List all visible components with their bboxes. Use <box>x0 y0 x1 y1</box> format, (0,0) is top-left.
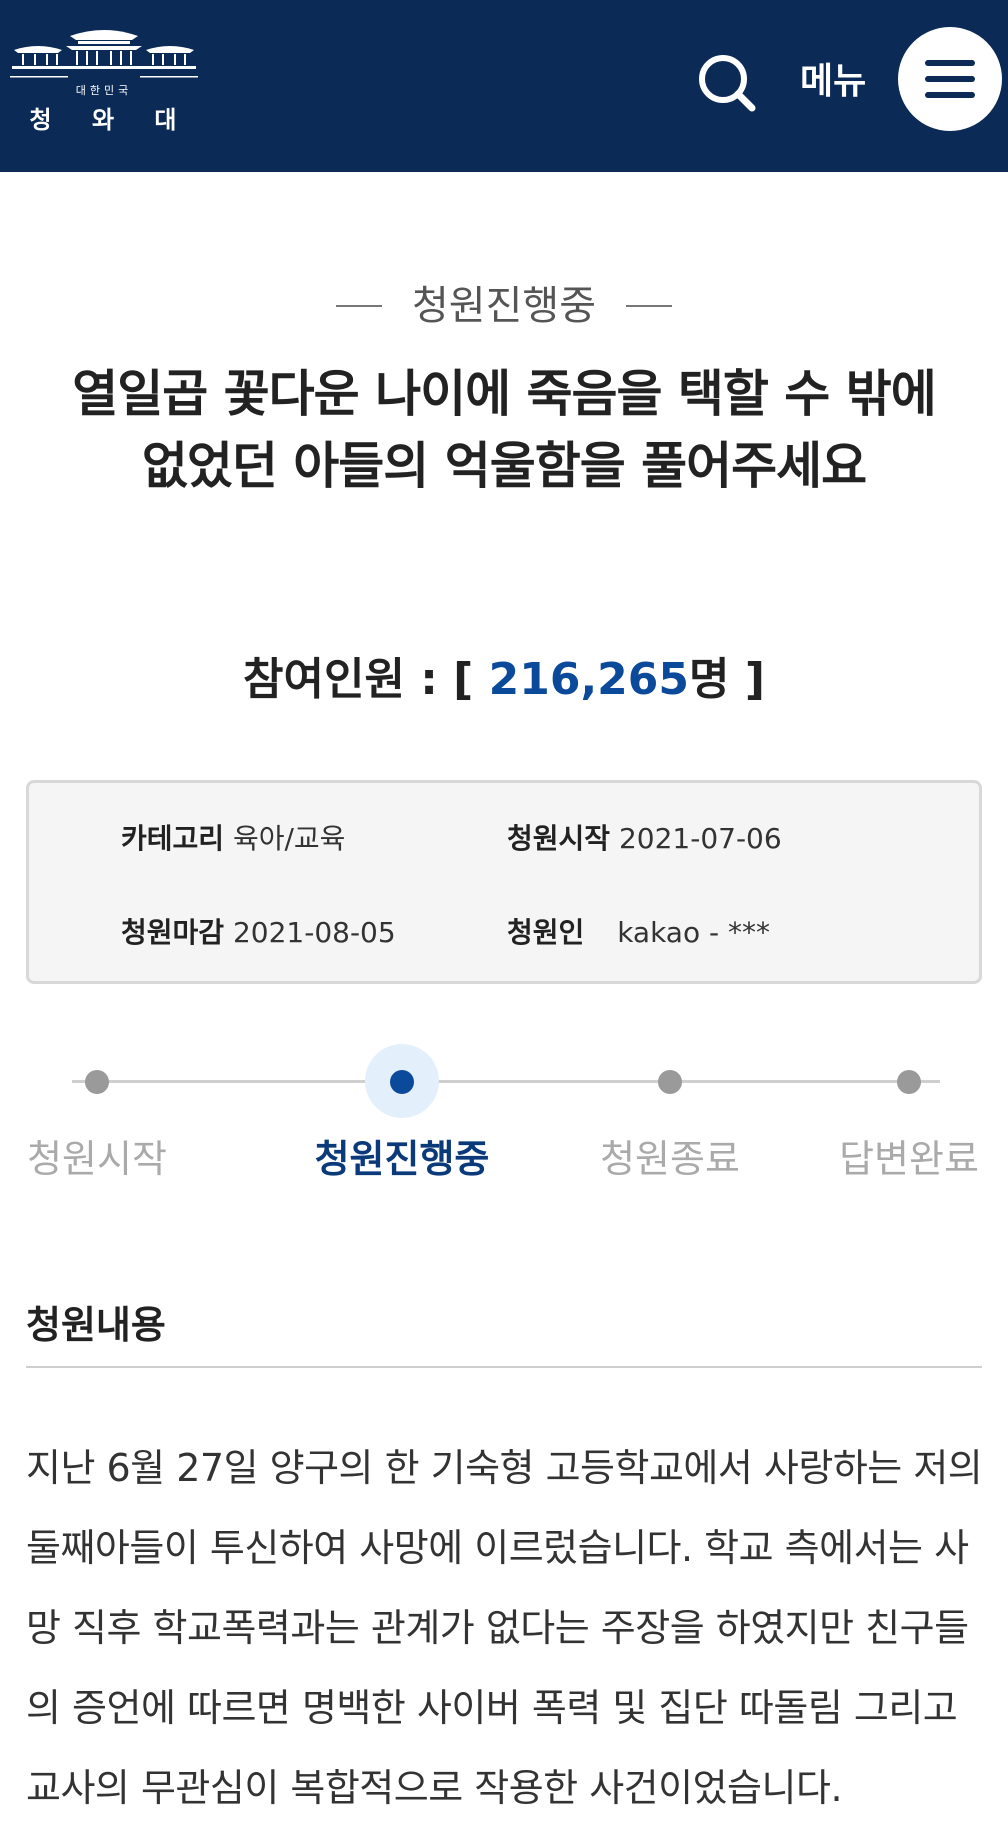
step-dot-in-progress <box>390 1070 414 1094</box>
info-author-label: 청원인 <box>507 916 585 949</box>
step-label-in-progress[interactable]: 청원진행중 <box>315 1134 490 1184</box>
info-end-label: 청원마감 <box>121 916 225 949</box>
section-divider <box>26 1366 982 1368</box>
menu-label[interactable]: 메뉴 <box>800 60 866 104</box>
blue-house-emblem-icon <box>10 30 198 78</box>
divider <box>336 305 382 307</box>
logo-name-text: 청 와 대 <box>29 105 193 134</box>
info-start-label: 청원시작 <box>507 822 611 855</box>
info-end: 청원마감 2021-08-05 <box>121 913 396 953</box>
step-dot-ended <box>658 1070 682 1094</box>
content-section-title: 청원내용 <box>26 1303 166 1347</box>
info-category-label: 카테고리 <box>121 822 225 855</box>
search-icon <box>699 55 756 112</box>
participants-number: 216,265 <box>488 654 690 705</box>
top-header: 대한민국 청 와 대 메뉴 <box>0 0 1008 172</box>
logo-country-text: 대한민국 <box>75 84 133 97</box>
step-dot-start <box>85 1070 109 1094</box>
info-start: 청원시작 2021-07-06 <box>507 819 782 859</box>
cheongwadae-logo[interactable]: 대한민국 청 와 대 <box>8 22 200 134</box>
petition-info-box: 카테고리 육아/교육 청원시작 2021-07-06 청원마감 2021-08-… <box>26 780 982 984</box>
participants-count: 참여인원 : [ 216,265명 ] <box>0 648 1008 712</box>
step-label-ended[interactable]: 청원종료 <box>600 1134 740 1184</box>
info-category-value: 육아/교육 <box>232 822 346 855</box>
petition-progress: 청원시작 청원진행중 청원종료 답변완료 <box>0 1044 1008 1181</box>
step-label-start[interactable]: 청원시작 <box>27 1134 167 1184</box>
participants-label: 참여인원 : [ <box>243 654 474 705</box>
step-label-answered[interactable]: 답변완료 <box>839 1134 979 1184</box>
petition-status-heading: 청원진행중 <box>0 278 1008 334</box>
info-end-value: 2021-08-05 <box>232 916 396 949</box>
info-category: 카테고리 육아/교육 <box>121 819 345 859</box>
info-author-value: kakao - *** <box>617 916 770 949</box>
petition-body-text: 지난 6월 27일 양구의 한 기숙형 고등학교에서 사랑하는 저의 둘째아들이… <box>26 1446 983 1810</box>
participants-unit: 명 ] <box>689 654 765 705</box>
info-start-value: 2021-07-06 <box>618 822 782 855</box>
step-dot-answered <box>897 1070 921 1094</box>
progress-track <box>72 1080 940 1083</box>
divider <box>626 305 672 307</box>
petition-title: 열일곱 꽃다운 나이에 죽음을 택할 수 밖에 없었던 아들의 억울함을 풀어주… <box>72 365 936 495</box>
search-button[interactable] <box>696 52 758 114</box>
info-author: 청원인 kakao - *** <box>507 913 770 953</box>
menu-button[interactable] <box>898 27 1002 131</box>
petition-status-text: 청원진행중 <box>412 283 596 329</box>
